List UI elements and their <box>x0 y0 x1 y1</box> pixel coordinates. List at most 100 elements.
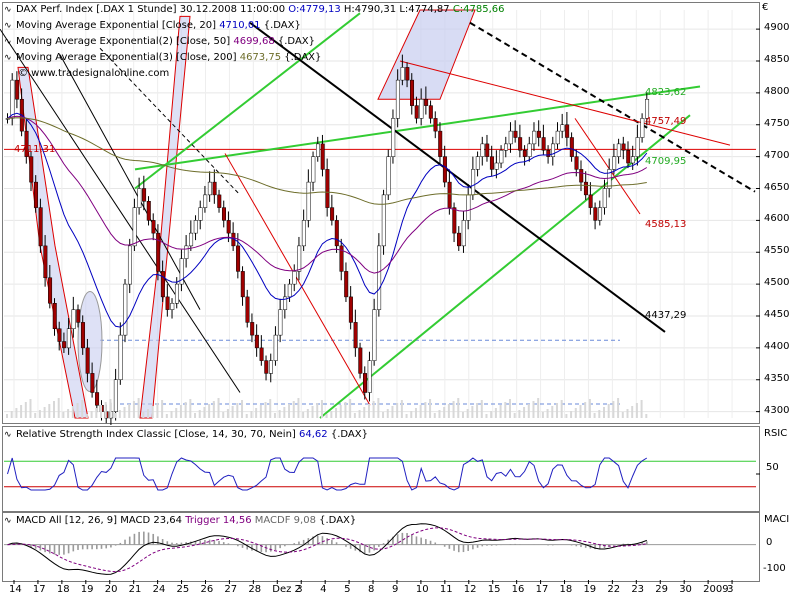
volume-bar <box>410 411 413 418</box>
candle-body <box>240 271 245 298</box>
candle-body <box>386 156 391 196</box>
volume-bar <box>179 405 182 418</box>
time-tick-label: 19 <box>80 584 94 595</box>
candle-body <box>522 150 527 157</box>
volume-bar <box>574 408 577 418</box>
volume-bar <box>480 400 483 418</box>
ema50-value: 4699,68 <box>233 36 275 47</box>
candle-body <box>132 207 137 247</box>
volume-bar <box>433 413 436 418</box>
volume-bar <box>142 412 145 418</box>
volume-bar <box>20 405 23 418</box>
candle-body <box>268 360 273 374</box>
ema50-label: Moving Average Exponential(2) [Close, 50… <box>16 36 231 47</box>
macd-histogram-bar <box>420 537 422 545</box>
candle-body <box>480 143 485 157</box>
volume-bar <box>490 411 493 418</box>
time-tick-label: 22 <box>607 584 621 595</box>
candle-body <box>160 271 165 298</box>
price-tick-label: 4400 <box>764 340 790 352</box>
time-tick-label: 29 <box>655 584 668 595</box>
macd-histogram-bar <box>218 540 220 545</box>
volume-bar <box>353 413 356 418</box>
macdf-label: MACDF <box>254 515 291 526</box>
close-value: C:4785,66 <box>452 4 505 15</box>
low-value: L:4774,87 <box>399 4 450 15</box>
time-tick-label: 19 <box>583 584 597 595</box>
volume-bar <box>560 400 563 418</box>
price-tick-label: 4850 <box>764 54 790 65</box>
annotation-4711: 4711,31 <box>14 144 56 155</box>
volume-bar <box>259 405 262 418</box>
macd-histogram-bar <box>490 544 493 546</box>
macd-histogram-bar <box>227 543 230 545</box>
time-tick-label: 3 <box>727 584 734 595</box>
candle-body <box>612 156 617 170</box>
volume-bar <box>114 413 117 418</box>
candle-body <box>254 334 259 349</box>
macd-histogram-bar <box>551 544 554 546</box>
volume-bar <box>476 403 479 418</box>
candle-body <box>334 220 339 247</box>
candle-body <box>174 283 179 304</box>
instrument-datetime: 30.12.2008 11:00:00 <box>179 4 286 15</box>
volume-bar <box>320 400 323 418</box>
macd-histogram-bar <box>481 544 484 547</box>
volume-bar <box>523 407 526 418</box>
legend-row-source: © www.tradesignalonline.com <box>4 66 505 82</box>
time-tick-label: 28 <box>248 584 262 595</box>
volume-bar <box>147 409 150 418</box>
volume-bar <box>386 409 389 418</box>
macd-histogram-bar <box>298 541 300 545</box>
rsi-suffix: {.DAX} <box>330 429 368 440</box>
volume-bar <box>344 402 347 418</box>
candle-body <box>57 328 62 342</box>
legend-row-ema50: ∿ Moving Average Exponential(2) [Close, 5… <box>4 34 505 50</box>
candle-body <box>320 143 325 170</box>
volume-bar <box>165 414 168 418</box>
volume-bar <box>513 413 516 418</box>
time-tick-label: 2009 <box>703 584 729 595</box>
volume-bar <box>382 412 385 418</box>
macd-histogram-bar <box>199 540 202 545</box>
ema200-value: 4673,75 <box>239 52 282 63</box>
macd-histogram-bar <box>415 536 418 545</box>
volume-bar <box>302 412 305 418</box>
macd-histogram-bar <box>514 543 516 545</box>
volume-bar <box>593 413 596 418</box>
macd-histogram-bar <box>105 544 108 549</box>
chart-line-icon: ∿ <box>4 5 12 15</box>
candle-body <box>297 245 302 272</box>
candle-body <box>499 150 504 164</box>
price-tick-label: 4650 <box>764 181 790 193</box>
candle-body <box>574 156 579 170</box>
volume-bar <box>565 414 568 418</box>
volume-bar <box>217 398 220 418</box>
candle-body <box>48 277 53 304</box>
volume-bar <box>161 400 164 418</box>
candle-body <box>555 130 560 145</box>
candle-body <box>236 245 241 272</box>
candle-body <box>630 156 635 164</box>
time-tick-label: 11 <box>439 584 453 595</box>
macd-axis-tick-zero: 0 <box>766 537 773 548</box>
trigger-value: 14,56 <box>222 515 252 526</box>
volume-bar <box>226 409 229 418</box>
candle-body <box>90 373 95 393</box>
volume-bar <box>391 406 394 418</box>
volume-bar <box>283 407 286 418</box>
candle-body <box>10 79 15 119</box>
volume-bar <box>612 401 615 418</box>
volume-bar <box>471 406 474 418</box>
candle-body <box>579 169 584 183</box>
candle-body <box>377 245 382 310</box>
macd-histogram-bar <box>486 544 488 546</box>
chart-line-icon: ∿ <box>4 37 12 47</box>
candle-body <box>184 245 189 259</box>
volume-bar <box>118 410 121 418</box>
volume-bar <box>85 414 88 418</box>
macd-histogram-bar <box>457 544 460 553</box>
volume-bar <box>67 409 70 418</box>
volume-bar <box>400 400 403 418</box>
price-tick-label: 4300 <box>764 404 790 416</box>
